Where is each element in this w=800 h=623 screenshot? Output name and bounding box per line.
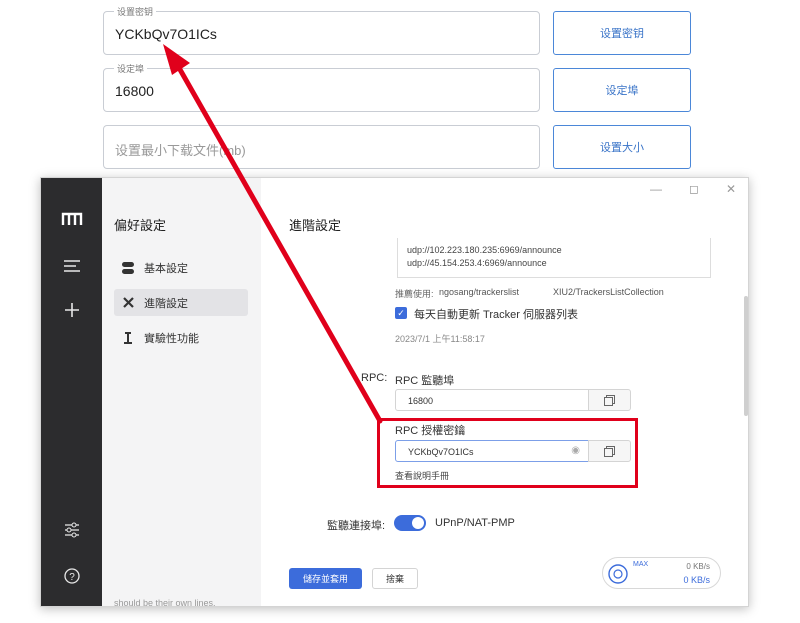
annotation-arrow <box>163 44 383 424</box>
